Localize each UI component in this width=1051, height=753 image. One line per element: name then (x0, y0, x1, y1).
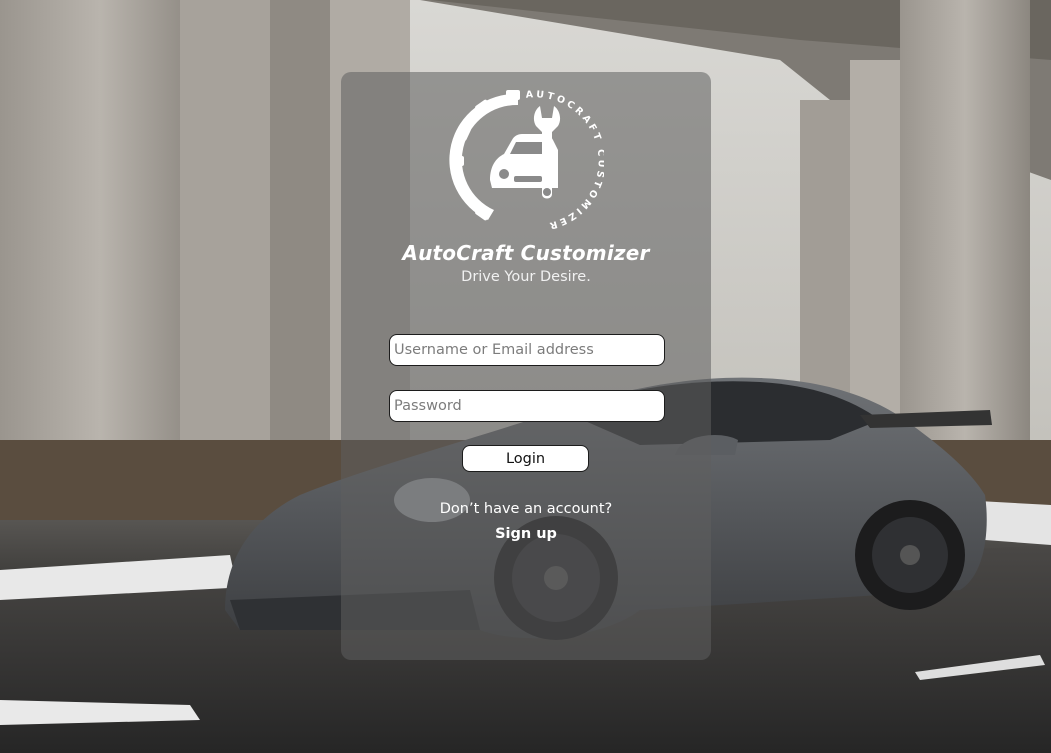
password-input[interactable] (389, 390, 665, 422)
autocraft-logo-icon: AUTOCRAFT CUSTOMIZER (449, 89, 604, 232)
signup-link[interactable]: Sign up (341, 526, 711, 542)
login-screen: AUTOCRAFT CUSTOMIZER AutoCraft Customize… (0, 0, 1051, 753)
login-button[interactable]: Login (462, 445, 589, 472)
username-input[interactable] (389, 334, 665, 366)
no-account-prompt: Don’t have an account? (439, 501, 613, 517)
brand-title: AutoCraft Customizer (402, 241, 650, 265)
brand-tagline: Drive Your Desire. (461, 269, 591, 285)
